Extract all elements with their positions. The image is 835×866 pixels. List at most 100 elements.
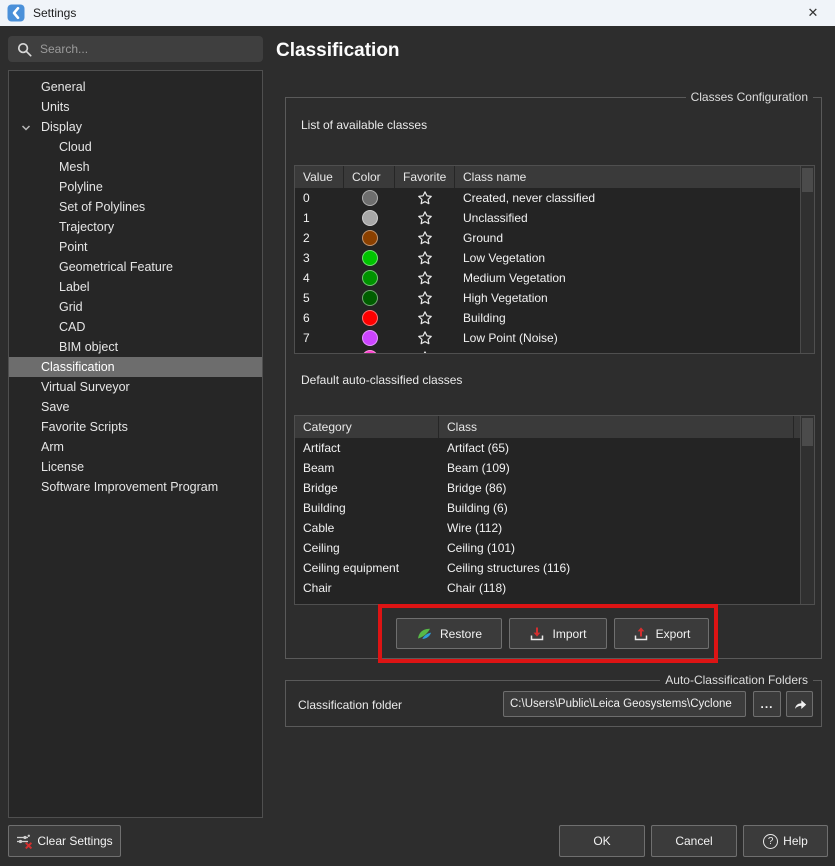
classes-configuration-group: Classes Configuration List of available … — [285, 97, 822, 659]
class-value-cell: 2 — [295, 231, 344, 245]
sidebar-item-cad[interactable]: CAD — [9, 317, 262, 337]
favorite-star-icon[interactable] — [395, 350, 455, 353]
cancel-button[interactable]: Cancel — [651, 825, 737, 857]
sidebar-item-label: Point — [59, 240, 88, 254]
auto-table-header: Category Class — [295, 416, 814, 438]
search-input[interactable] — [40, 42, 263, 56]
forward-arrow-icon — [792, 696, 808, 712]
settings-window: Settings ✕ GeneralUnitsDisplayCloudMesh P… — [0, 0, 835, 866]
auto-class-row[interactable]: Ceiling equipmentCeiling structures (116… — [295, 558, 800, 578]
favorite-star-icon[interactable] — [395, 310, 455, 326]
restore-leaves-icon — [416, 626, 433, 642]
category-cell: Ceiling — [295, 541, 439, 555]
auto-class-row[interactable]: ArtifactArtifact (65) — [295, 438, 800, 458]
auto-class-row[interactable]: CeilingCeiling (101) — [295, 538, 800, 558]
sidebar-item-general[interactable]: General — [9, 77, 262, 97]
class-row[interactable]: 5 High Vegetation — [295, 288, 800, 308]
window-title: Settings — [33, 6, 76, 20]
scrollbar-thumb[interactable] — [802, 418, 813, 446]
class-name-cell: Building — [455, 311, 800, 325]
classes-table-scrollbar[interactable] — [800, 166, 814, 353]
auto-classification-folders-group: Auto-Classification Folders Classificati… — [285, 680, 822, 727]
category-cell: Building — [295, 501, 439, 515]
sidebar-item-set-of-polylines[interactable]: Set of Polylines — [9, 197, 262, 217]
close-icon[interactable]: ✕ — [801, 0, 825, 26]
favorite-star-icon[interactable] — [395, 270, 455, 286]
sidebar-item-polyline[interactable]: Polyline — [9, 177, 262, 197]
import-button[interactable]: Import — [509, 618, 607, 649]
class-row[interactable]: 6Building — [295, 308, 800, 328]
search-box[interactable] — [8, 36, 263, 62]
class-row[interactable]: 0Created, never classified — [295, 188, 800, 208]
page-title: Classification — [276, 40, 400, 62]
sidebar-item-bim-object[interactable]: BIM object — [9, 337, 262, 357]
sidebar-item-mesh[interactable]: Mesh — [9, 157, 262, 177]
export-button[interactable]: Export — [614, 618, 709, 649]
help-button[interactable]: ? Help — [743, 825, 828, 857]
auto-class-row[interactable]: BridgeBridge (86) — [295, 478, 800, 498]
class-cell: Wire (112) — [439, 521, 800, 535]
scrollbar-thumb[interactable] — [802, 168, 813, 192]
class-row[interactable]: 4Medium Vegetation — [295, 268, 800, 288]
favorite-star-icon[interactable] — [395, 250, 455, 266]
auto-class-row[interactable]: BeamBeam (109) — [295, 458, 800, 478]
restore-button[interactable]: Restore — [396, 618, 502, 649]
ok-button[interactable]: OK — [559, 825, 645, 857]
sidebar-item-arm[interactable]: Arm — [9, 437, 262, 457]
class-cell: Building (6) — [439, 501, 800, 515]
sidebar-item-classification[interactable]: Classification — [9, 357, 262, 377]
sidebar-item-label: Geometrical Feature — [59, 260, 173, 274]
sidebar-item-display[interactable]: Display — [9, 117, 262, 137]
class-cell: Bridge (86) — [439, 481, 800, 495]
auto-class-row[interactable]: ChairChair (118) — [295, 578, 800, 598]
class-color-cell — [344, 350, 395, 353]
class-row[interactable]: 7Low Point (Noise) — [295, 328, 800, 348]
clear-settings-button[interactable]: Clear Settings — [8, 825, 121, 857]
class-value-cell: 5 — [295, 291, 344, 305]
auto-class-row[interactable]: BuildingBuilding (6) — [295, 498, 800, 518]
auto-class-row[interactable]: CableWire (112) — [295, 518, 800, 538]
color-swatch — [362, 230, 378, 246]
available-classes-table[interactable]: Value Color Favorite Class name 0Created… — [294, 165, 815, 354]
sidebar-item-license[interactable]: License — [9, 457, 262, 477]
class-row[interactable]: 1Unclassified — [295, 208, 800, 228]
class-cell: Ceiling structures (116) — [439, 561, 800, 575]
class-row[interactable]: 2Ground — [295, 228, 800, 248]
class-row[interactable]: 3Low Vegetation — [295, 248, 800, 268]
sidebar-item-save[interactable]: Save — [9, 397, 262, 417]
favorite-star-icon[interactable] — [395, 210, 455, 226]
class-color-cell — [344, 250, 395, 266]
auto-table-scrollbar[interactable] — [800, 416, 814, 604]
chevron-down-icon — [21, 122, 31, 136]
favorite-star-icon[interactable] — [395, 230, 455, 246]
color-swatch — [362, 190, 378, 206]
sidebar-item-units[interactable]: Units — [9, 97, 262, 117]
color-swatch — [362, 290, 378, 306]
class-value-cell: 3 — [295, 251, 344, 265]
class-cell: Beam (109) — [439, 461, 800, 475]
sidebar-item-cloud[interactable]: Cloud — [9, 137, 262, 157]
sidebar-item-label[interactable]: Label — [9, 277, 262, 297]
color-swatch — [362, 210, 378, 226]
classification-folder-input[interactable] — [503, 691, 746, 717]
sidebar-item-label: Polyline — [59, 180, 103, 194]
sidebar-item-favorite-scripts[interactable]: Favorite Scripts — [9, 417, 262, 437]
class-row[interactable] — [295, 348, 800, 353]
sidebar-item-virtual-surveyor[interactable]: Virtual Surveyor — [9, 377, 262, 397]
open-folder-button[interactable] — [786, 691, 813, 717]
sidebar-item-grid[interactable]: Grid — [9, 297, 262, 317]
class-cell: Artifact (65) — [439, 441, 800, 455]
category-cell: Chair — [295, 581, 439, 595]
favorite-star-icon[interactable] — [395, 190, 455, 206]
sidebar-item-software-improvement-program[interactable]: Software Improvement Program — [9, 477, 262, 497]
sidebar-item-trajectory[interactable]: Trajectory — [9, 217, 262, 237]
class-color-cell — [344, 290, 395, 306]
header-value: Value — [295, 166, 344, 188]
sidebar-item-geometrical-feature[interactable]: Geometrical Feature — [9, 257, 262, 277]
favorite-star-icon[interactable] — [395, 330, 455, 346]
browse-button[interactable]: ... — [753, 691, 781, 717]
auto-classified-table[interactable]: Category Class ArtifactArtifact (65)Beam… — [294, 415, 815, 605]
favorite-star-icon[interactable] — [395, 290, 455, 306]
sidebar-item-point[interactable]: Point — [9, 237, 262, 257]
class-name-cell: High Vegetation — [455, 291, 800, 305]
